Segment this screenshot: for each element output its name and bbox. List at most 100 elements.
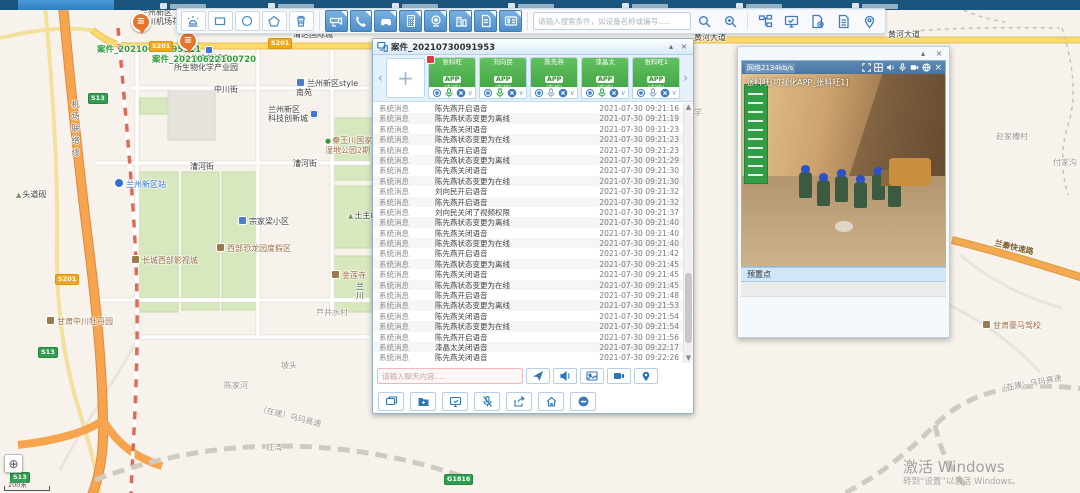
- screen-push-button[interactable]: [442, 392, 468, 411]
- mic-icon[interactable]: [597, 88, 607, 98]
- case-marker-icon[interactable]: [178, 31, 198, 51]
- end-session-button[interactable]: [570, 392, 596, 411]
- video-feed[interactable]: 张科旺[可视化APP_张科旺1]: [742, 74, 945, 266]
- message-row: 系统消息 陈先燕关闭语音 2021-07-30 09:21:54: [373, 311, 693, 321]
- mic-icon[interactable]: [648, 88, 658, 98]
- add-member-button[interactable]: +: [386, 58, 425, 98]
- close-icon[interactable]: ×: [934, 63, 942, 73]
- speaker-icon[interactable]: [886, 63, 895, 72]
- map-label: 兰州新区站: [114, 178, 166, 189]
- voice-broadcast-button[interactable]: [553, 368, 577, 384]
- archive-folder-button[interactable]: [410, 392, 436, 411]
- minimize-icon[interactable]: ▴: [918, 49, 928, 58]
- video-call-button[interactable]: [607, 368, 631, 384]
- draw-rectangle-button[interactable]: [208, 11, 233, 31]
- mic-icon[interactable]: [444, 88, 454, 98]
- record-icon[interactable]: [910, 63, 919, 72]
- grid-layout-icon[interactable]: [874, 63, 883, 72]
- camera-icon[interactable]: [585, 88, 595, 98]
- map-label: 陈家河: [224, 381, 248, 390]
- mic-icon[interactable]: [546, 88, 556, 98]
- camera-icon[interactable]: [636, 88, 646, 98]
- message-row: 系统消息 刘向民开启语音 2021-07-30 09:21:32: [373, 186, 693, 196]
- message-text: 陈先燕关闭语音: [435, 311, 587, 322]
- delete-shape-button[interactable]: [289, 11, 314, 31]
- building-button[interactable]: [449, 10, 472, 32]
- message-time: 2021-07-30 09:22:26: [587, 353, 679, 362]
- advanced-search-button[interactable]: [719, 11, 743, 31]
- document-button[interactable]: [474, 10, 497, 32]
- scroll-right-icon[interactable]: ›: [680, 71, 691, 86]
- chat-input[interactable]: [377, 368, 523, 384]
- scroll-left-icon[interactable]: ‹: [375, 71, 386, 86]
- phone-button[interactable]: [350, 10, 373, 32]
- report-settings-button[interactable]: [805, 11, 829, 31]
- scroll-up-icon[interactable]: ▲: [684, 103, 693, 112]
- preset-points-header[interactable]: 预置点: [741, 267, 946, 282]
- search-button[interactable]: [693, 11, 717, 31]
- map-pin-button[interactable]: [857, 11, 881, 31]
- search-input[interactable]: [533, 12, 691, 30]
- close-icon[interactable]: ×: [679, 42, 689, 51]
- share-export-button[interactable]: [506, 392, 532, 411]
- fullscreen-icon[interactable]: [862, 63, 871, 72]
- hangup-icon[interactable]: [507, 88, 517, 98]
- camera-icon[interactable]: [534, 88, 544, 98]
- mic-mute-button[interactable]: [474, 392, 500, 411]
- message-row: 系统消息 陈先燕状态变更为在线 2021-07-30 09:21:54: [373, 321, 693, 331]
- message-list[interactable]: 系统消息 陈先燕开启语音 2021-07-30 09:21:16 系统消息 陈先…: [373, 103, 693, 363]
- hangup-icon[interactable]: [609, 88, 619, 98]
- video-titlebar[interactable]: 网络2134kb/s ×: [742, 61, 945, 74]
- draw-circle-button[interactable]: [235, 11, 260, 31]
- minimize-icon[interactable]: ▴: [666, 42, 676, 51]
- case-panel-titlebar[interactable]: 案件_20210730091953 ▴ ×: [373, 39, 693, 55]
- monitor-wall-button[interactable]: [779, 11, 803, 31]
- send-button[interactable]: [526, 368, 550, 384]
- app-badge: APP: [647, 76, 666, 83]
- dome-camera-button[interactable]: [424, 10, 447, 32]
- member-card[interactable]: 张科旺1 APP (在线) ∨: [632, 57, 680, 99]
- app-badge: APP: [443, 76, 462, 83]
- chevron-down-icon[interactable]: ∨: [570, 89, 575, 97]
- chevron-down-icon[interactable]: ∨: [621, 89, 626, 97]
- home-button[interactable]: [538, 392, 564, 411]
- scroll-down-icon[interactable]: ▼: [684, 354, 693, 363]
- alarm-button[interactable]: [181, 11, 206, 31]
- member-card[interactable]: 张科旺 APP (在线) ∨: [428, 57, 476, 99]
- hangup-icon[interactable]: [456, 88, 466, 98]
- chevron-down-icon[interactable]: ∨: [519, 89, 524, 97]
- device-tree-button[interactable]: [753, 11, 777, 31]
- camera-icon[interactable]: [432, 88, 442, 98]
- hangup-icon[interactable]: [660, 88, 670, 98]
- multi-window-button[interactable]: [378, 392, 404, 411]
- case-marker-icon[interactable]: [131, 12, 151, 32]
- keypad-device-button[interactable]: [399, 10, 422, 32]
- message-text: 陈先燕开启语音: [435, 197, 587, 208]
- member-name: 刘向民: [480, 58, 526, 66]
- preset-points-empty-row[interactable]: [741, 282, 946, 297]
- member-card[interactable]: 陈先燕 APP (在线) ∨: [530, 57, 578, 99]
- member-card[interactable]: 漆晶太 APP (在线) ∨: [581, 57, 629, 99]
- camera-icon[interactable]: [483, 88, 493, 98]
- hangup-icon[interactable]: [558, 88, 568, 98]
- chevron-down-icon[interactable]: ∨: [468, 89, 473, 97]
- scrollbar[interactable]: ▲ ▼: [683, 103, 692, 363]
- send-location-button[interactable]: [634, 368, 658, 384]
- close-icon[interactable]: ×: [934, 49, 944, 58]
- locate-button[interactable]: ⊕: [4, 454, 23, 473]
- message-time: 2021-07-30 09:21:30: [587, 177, 679, 186]
- message-time: 2021-07-30 09:21:45: [587, 270, 679, 279]
- mic-icon[interactable]: [898, 63, 907, 72]
- member-card[interactable]: 刘向民 APP (在线) ∨: [479, 57, 527, 99]
- id-card-button[interactable]: [499, 10, 522, 32]
- mic-icon[interactable]: [495, 88, 505, 98]
- scrollbar-thumb[interactable]: [685, 273, 692, 343]
- nav-item-active[interactable]: [18, 0, 114, 10]
- image-button[interactable]: [580, 368, 604, 384]
- network-globe-icon[interactable]: [922, 63, 931, 72]
- cctv-camera-button[interactable]: [325, 10, 348, 32]
- log-document-button[interactable]: [831, 11, 855, 31]
- chevron-down-icon[interactable]: ∨: [672, 89, 677, 97]
- draw-polygon-button[interactable]: [262, 11, 287, 31]
- vehicle-button[interactable]: [374, 10, 397, 32]
